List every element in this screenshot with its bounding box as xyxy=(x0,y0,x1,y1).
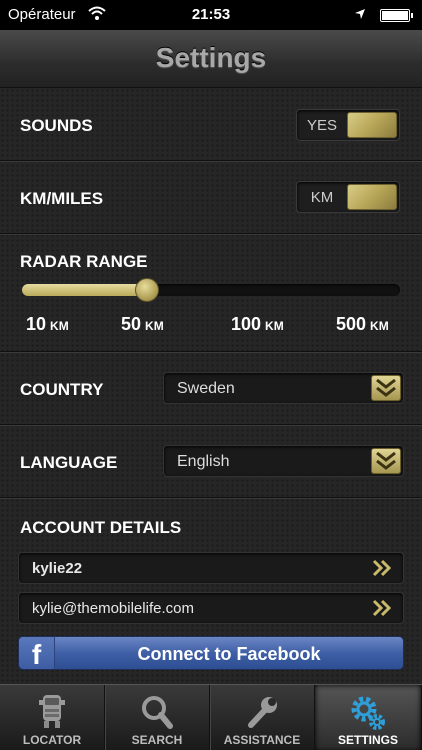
status-bar: Opérateur 21:53 xyxy=(0,0,422,30)
tab-assistance[interactable]: ASSISTANCE xyxy=(210,685,315,750)
sounds-toggle-value: YES xyxy=(306,117,337,134)
radar-tick: 10 KM xyxy=(26,314,69,334)
country-value: Sweden xyxy=(177,380,235,397)
tab-search[interactable]: SEARCH xyxy=(105,685,210,750)
slider-thumb[interactable] xyxy=(135,278,159,302)
tab-label: ASSISTANCE xyxy=(223,733,301,747)
country-select[interactable]: Sweden xyxy=(163,372,404,404)
double-chevron-right-icon xyxy=(371,558,393,578)
facebook-logo-icon: f xyxy=(19,637,55,670)
radar-tick: 50 KM xyxy=(121,314,164,334)
toggle-knob xyxy=(347,184,397,210)
tab-locator[interactable]: LOCATOR xyxy=(0,685,105,750)
tab-label: SETTINGS xyxy=(337,733,398,747)
sounds-label: SOUNDS xyxy=(20,116,93,135)
country-row: COUNTRY Sweden xyxy=(0,352,422,425)
tab-label: SEARCH xyxy=(131,733,183,747)
double-chevron-down-icon[interactable] xyxy=(371,375,401,401)
username-field[interactable]: kylie22 xyxy=(18,552,404,584)
double-chevron-right-icon xyxy=(371,598,393,618)
connect-facebook-label: Connect to Facebook xyxy=(137,644,321,664)
units-toggle-value: KM xyxy=(310,189,334,206)
country-label: COUNTRY xyxy=(20,380,104,399)
email-field[interactable]: kylie@themobilelife.com xyxy=(18,592,404,624)
wrench-icon xyxy=(210,693,314,731)
units-label: KM/MILES xyxy=(20,189,104,208)
location-arrow-icon xyxy=(354,7,366,24)
tab-label: LOCATOR xyxy=(22,733,82,747)
connect-facebook-button[interactable]: f Connect to Facebook xyxy=(18,636,404,670)
sounds-row: SOUNDS YES xyxy=(0,88,422,161)
tab-bar: LOCATOR SEARCH ASSISTANCE SETTINGS xyxy=(0,684,422,750)
navigation-bar: Settings xyxy=(0,30,422,88)
slider-fill xyxy=(22,284,147,296)
tab-settings[interactable]: SETTINGS xyxy=(315,685,422,750)
radar-range-label: RADAR RANGE xyxy=(20,252,148,271)
units-row: KM/MILES KM xyxy=(0,161,422,234)
radar-tick: 100 KM xyxy=(231,314,284,334)
username-value: kylie22 xyxy=(32,560,83,577)
truck-icon xyxy=(0,693,104,731)
radar-tick: 500 KM xyxy=(336,314,389,334)
search-icon xyxy=(105,693,209,731)
double-chevron-down-icon[interactable] xyxy=(371,448,401,474)
language-row: LANGUAGE English xyxy=(0,425,422,498)
toggle-knob xyxy=(347,112,397,138)
email-value: kylie@themobilelife.com xyxy=(32,600,194,617)
sounds-toggle[interactable]: YES xyxy=(296,109,400,141)
language-value: English xyxy=(177,453,230,470)
account-details-label: ACCOUNT DETAILS xyxy=(20,518,182,537)
language-label: LANGUAGE xyxy=(20,453,118,472)
language-select[interactable]: English xyxy=(163,445,404,477)
page-title: Settings xyxy=(155,42,267,73)
battery-icon xyxy=(380,9,413,22)
gears-icon xyxy=(315,693,421,731)
units-toggle[interactable]: KM xyxy=(296,181,400,213)
radar-range-slider[interactable] xyxy=(22,278,400,302)
settings-content: SOUNDS YES KM/MILES KM RADAR RANGE 10 KM … xyxy=(0,88,422,684)
